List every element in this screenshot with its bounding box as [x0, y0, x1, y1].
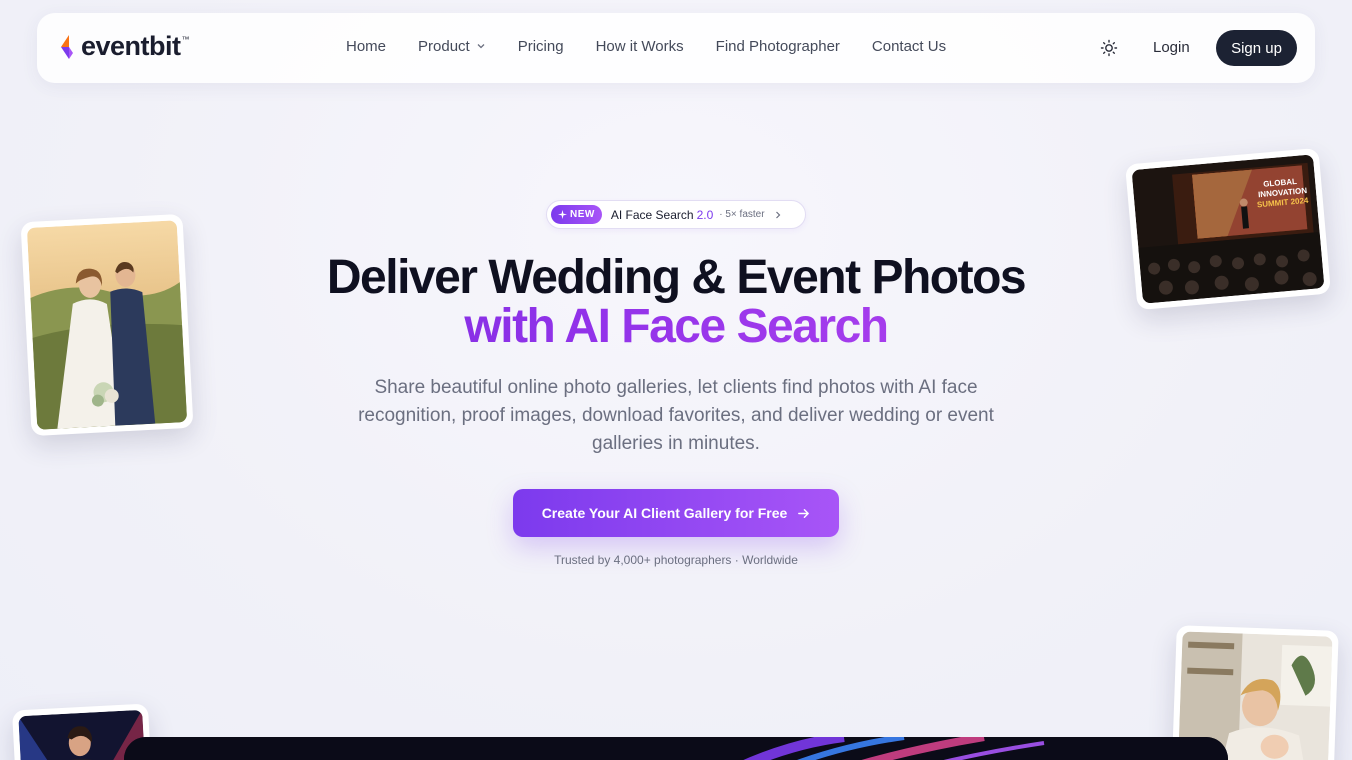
badge-subtext: · 5× faster — [719, 209, 765, 220]
brand-logo[interactable]: eventbit ™ — [59, 31, 190, 62]
logo-mark-icon — [59, 33, 79, 61]
create-gallery-button[interactable]: Create Your AI Client Gallery for Free — [513, 489, 839, 537]
product-preview — [124, 737, 1228, 760]
sun-icon[interactable] — [1100, 39, 1118, 57]
nav-product-label: Product — [418, 37, 470, 55]
badge-version: 2.0 — [696, 207, 714, 222]
nav-find-photographer[interactable]: Find Photographer — [716, 38, 840, 55]
logo-trademark: ™ — [181, 35, 190, 44]
new-pill: NEW — [551, 205, 602, 224]
nav-how-it-works[interactable]: How it Works — [596, 38, 684, 55]
hero-heading-line2: with AI Face Search — [0, 302, 1352, 352]
nav-product[interactable]: Product — [418, 38, 486, 55]
signup-button[interactable]: Sign up — [1216, 30, 1297, 66]
arrow-right-icon — [798, 508, 810, 518]
chevron-right-icon — [775, 211, 780, 218]
nav-home[interactable]: Home — [346, 38, 386, 55]
new-label: NEW — [570, 209, 595, 220]
chevron-down-icon — [477, 44, 485, 49]
hero-subtitle: Share beautiful online photo galleries, … — [358, 377, 994, 454]
logo-text: eventbit — [81, 31, 181, 61]
login-link[interactable]: Login — [1153, 39, 1190, 56]
nav-links: Home Product Pricing How it Works Find P… — [346, 13, 946, 79]
top-navbar: eventbit ™ Home Product Pricing How it W… — [37, 13, 1315, 83]
nav-pricing[interactable]: Pricing — [518, 38, 564, 55]
cta-label: Create Your AI Client Gallery for Free — [541, 505, 788, 521]
badge-title: AI Face Search — [610, 207, 694, 222]
sparkle-icon — [558, 210, 567, 219]
announcement-badge[interactable]: NEW AI Face Search 2.0 · 5× faster — [546, 200, 806, 229]
trust-text: Trusted by 4,000+ photographers · Worldw… — [554, 553, 798, 567]
hero-heading-line1: Deliver Wedding & Event Photos — [326, 251, 1027, 304]
nav-contact-us[interactable]: Contact Us — [872, 38, 946, 55]
